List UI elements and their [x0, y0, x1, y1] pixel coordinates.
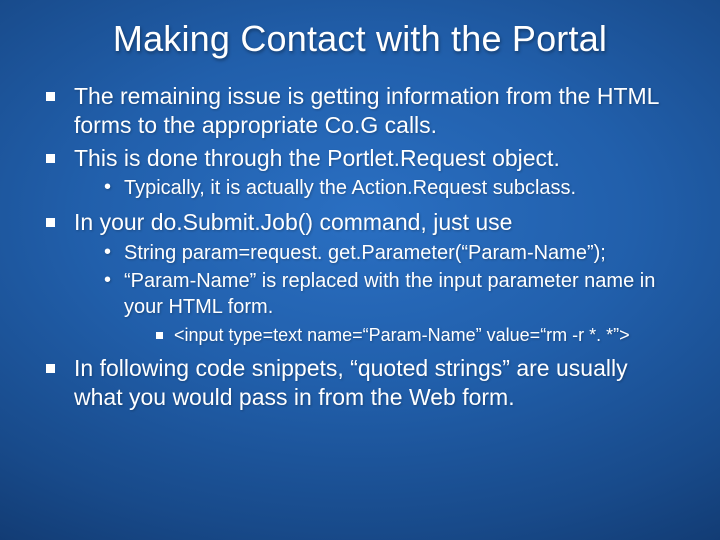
slide: Making Contact with the Portal The remai… [0, 0, 720, 540]
bullet-text: In following code snippets, “quoted stri… [74, 355, 628, 410]
sub-bullet-item: String param=request. get.Parameter(“Par… [102, 241, 682, 267]
subsub-bullet-item: <input type=text name=“Param-Name” value… [154, 324, 682, 347]
bullet-text: String param=request. get.Parameter(“Par… [124, 242, 606, 264]
sub-bullet-list: String param=request. get.Parameter(“Par… [102, 241, 682, 348]
bullet-text: This is done through the Portlet.Request… [74, 145, 560, 171]
bullet-item: In your do.Submit.Job() command, just us… [44, 208, 682, 348]
bullet-text: The remaining issue is getting informati… [74, 83, 659, 138]
bullet-list: The remaining issue is getting informati… [44, 82, 682, 411]
bullet-text: In your do.Submit.Job() command, just us… [74, 209, 512, 235]
subsub-bullet-list: <input type=text name=“Param-Name” value… [154, 324, 682, 347]
slide-title: Making Contact with the Portal [38, 18, 682, 60]
bullet-item: The remaining issue is getting informati… [44, 82, 682, 140]
sub-bullet-list: Typically, it is actually the Action.Req… [102, 176, 682, 202]
bullet-item: In following code snippets, “quoted stri… [44, 354, 682, 412]
bullet-item: This is done through the Portlet.Request… [44, 144, 682, 202]
bullet-text: “Param-Name” is replaced with the input … [124, 270, 655, 318]
bullet-text: Typically, it is actually the Action.Req… [124, 177, 576, 199]
sub-bullet-item: Typically, it is actually the Action.Req… [102, 176, 682, 202]
bullet-text: <input type=text name=“Param-Name” value… [174, 325, 630, 345]
sub-bullet-item: “Param-Name” is replaced with the input … [102, 269, 682, 348]
